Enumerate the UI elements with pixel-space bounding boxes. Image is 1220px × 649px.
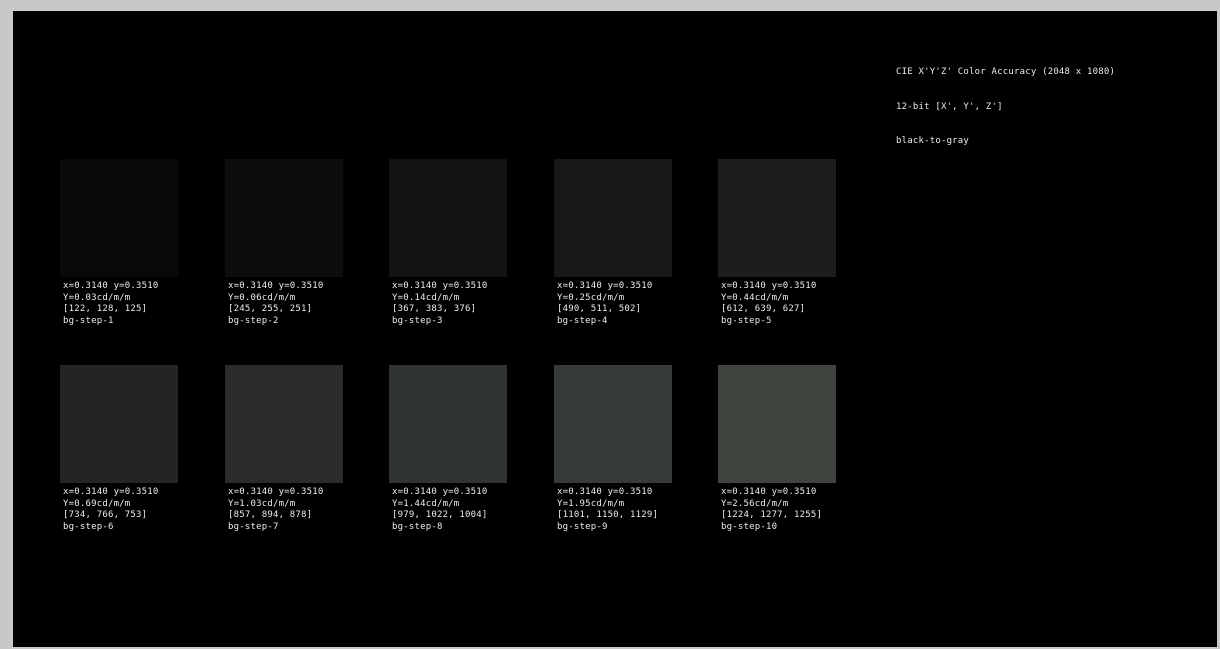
swatch-tile: x=0.3140 y=0.3510 Y=1.03cd/m/m [857, 894, … xyxy=(225,365,343,533)
luminance-label: Y=1.44cd/m/m xyxy=(392,498,460,509)
swatch-caption: x=0.3140 y=0.3510 Y=1.95cd/m/m [1101, 1150… xyxy=(554,487,672,533)
xyz-code-label: [245, 255, 251] xyxy=(228,304,313,314)
swatch-caption: x=0.3140 y=0.3510 Y=0.25cd/m/m [490, 511, … xyxy=(554,281,672,327)
pattern-subtitle: black-to-gray xyxy=(896,136,970,146)
step-name-label: bg-step-2 xyxy=(228,315,279,326)
step-name-label: bg-step-5 xyxy=(721,315,772,326)
xyz-code-label: [857, 894, 878] xyxy=(228,510,313,520)
swatch-caption: x=0.3140 y=0.3510 Y=0.14cd/m/m [367, 383, … xyxy=(389,281,507,327)
swatch-caption: x=0.3140 y=0.3510 Y=1.44cd/m/m [979, 1022,… xyxy=(389,487,507,533)
luminance-label: Y=0.14cd/m/m xyxy=(392,292,460,303)
step-name-label: bg-step-9 xyxy=(557,521,608,532)
swatch-caption: x=0.3140 y=0.3510 Y=2.56cd/m/m [1224, 1277… xyxy=(718,487,836,533)
step-name-label: bg-step-7 xyxy=(228,521,279,532)
luminance-label: Y=1.95cd/m/m xyxy=(557,498,625,509)
xyz-code-label: [612, 639, 627] xyxy=(721,304,806,314)
chromaticity-label: x=0.3140 y=0.3510 xyxy=(392,487,488,497)
color-swatch xyxy=(225,159,343,277)
color-swatch xyxy=(389,159,507,277)
step-name-label: bg-step-8 xyxy=(392,521,443,532)
color-swatch xyxy=(60,159,178,277)
luminance-label: Y=0.44cd/m/m xyxy=(721,292,789,303)
swatch-caption: x=0.3140 y=0.3510 Y=0.44cd/m/m [612, 639, … xyxy=(718,281,836,327)
step-name-label: bg-step-6 xyxy=(63,521,114,532)
color-swatch xyxy=(554,365,672,483)
swatch-tile: x=0.3140 y=0.3510 Y=0.44cd/m/m [612, 639, … xyxy=(718,159,836,327)
xyz-code-label: [1101, 1150, 1129] xyxy=(557,510,659,520)
xyz-code-label: [122, 128, 125] xyxy=(63,304,148,314)
test-pattern-canvas: CIE X'Y'Z' Color Accuracy (2048 x 1080) … xyxy=(13,11,1217,647)
step-name-label: bg-step-10 xyxy=(721,521,778,532)
swatch-tile: x=0.3140 y=0.3510 Y=0.03cd/m/m [122, 128, … xyxy=(60,159,178,327)
swatch-caption: x=0.3140 y=0.3510 Y=0.69cd/m/m [734, 766, … xyxy=(60,487,178,533)
pattern-bit-depth: 12-bit [X', Y', Z'] xyxy=(896,101,1003,112)
pattern-header: CIE X'Y'Z' Color Accuracy (2048 x 1080) … xyxy=(896,44,1115,171)
luminance-label: Y=2.56cd/m/m xyxy=(721,498,789,509)
swatch-tile: x=0.3140 y=0.3510 Y=0.25cd/m/m [490, 511, … xyxy=(554,159,672,327)
swatch-tile: x=0.3140 y=0.3510 Y=1.95cd/m/m [1101, 1150… xyxy=(554,365,672,533)
luminance-label: Y=0.25cd/m/m xyxy=(557,292,625,303)
chromaticity-label: x=0.3140 y=0.3510 xyxy=(228,281,324,291)
color-swatch xyxy=(225,365,343,483)
chromaticity-label: x=0.3140 y=0.3510 xyxy=(557,281,653,291)
color-swatch xyxy=(718,365,836,483)
xyz-code-label: [367, 383, 376] xyxy=(392,304,477,314)
swatch-caption: x=0.3140 y=0.3510 Y=0.06cd/m/m [245, 255, … xyxy=(225,281,343,327)
chromaticity-label: x=0.3140 y=0.3510 xyxy=(721,487,817,497)
pattern-title: CIE X'Y'Z' Color Accuracy (2048 x 1080) xyxy=(896,67,1116,77)
step-name-label: bg-step-1 xyxy=(63,315,114,326)
color-swatch xyxy=(60,365,178,483)
swatch-caption: x=0.3140 y=0.3510 Y=1.03cd/m/m [857, 894, … xyxy=(225,487,343,533)
swatch-tile: x=0.3140 y=0.3510 Y=2.56cd/m/m [1224, 1277… xyxy=(718,365,836,533)
luminance-label: Y=0.03cd/m/m xyxy=(63,292,131,303)
xyz-code-label: [734, 766, 753] xyxy=(63,510,148,520)
xyz-code-label: [979, 1022, 1004] xyxy=(392,510,488,520)
chromaticity-label: x=0.3140 y=0.3510 xyxy=(392,281,488,291)
chromaticity-label: x=0.3140 y=0.3510 xyxy=(228,487,324,497)
xyz-code-label: [1224, 1277, 1255] xyxy=(721,510,823,520)
swatch-tile: x=0.3140 y=0.3510 Y=1.44cd/m/m [979, 1022,… xyxy=(389,365,507,533)
luminance-label: Y=0.06cd/m/m xyxy=(228,292,296,303)
color-swatch xyxy=(554,159,672,277)
color-swatch xyxy=(718,159,836,277)
color-swatch xyxy=(389,365,507,483)
step-name-label: bg-step-4 xyxy=(557,315,608,326)
step-name-label: bg-step-3 xyxy=(392,315,443,326)
chromaticity-label: x=0.3140 y=0.3510 xyxy=(63,281,159,291)
chromaticity-label: x=0.3140 y=0.3510 xyxy=(557,487,653,497)
swatch-tile: x=0.3140 y=0.3510 Y=0.69cd/m/m [734, 766, … xyxy=(60,365,178,533)
chromaticity-label: x=0.3140 y=0.3510 xyxy=(63,487,159,497)
chromaticity-label: x=0.3140 y=0.3510 xyxy=(721,281,817,291)
swatch-tile: x=0.3140 y=0.3510 Y=0.14cd/m/m [367, 383, … xyxy=(389,159,507,327)
luminance-label: Y=1.03cd/m/m xyxy=(228,498,296,509)
xyz-code-label: [490, 511, 502] xyxy=(557,304,642,314)
swatch-tile: x=0.3140 y=0.3510 Y=0.06cd/m/m [245, 255, … xyxy=(225,159,343,327)
luminance-label: Y=0.69cd/m/m xyxy=(63,498,131,509)
swatch-caption: x=0.3140 y=0.3510 Y=0.03cd/m/m [122, 128, … xyxy=(60,281,178,327)
